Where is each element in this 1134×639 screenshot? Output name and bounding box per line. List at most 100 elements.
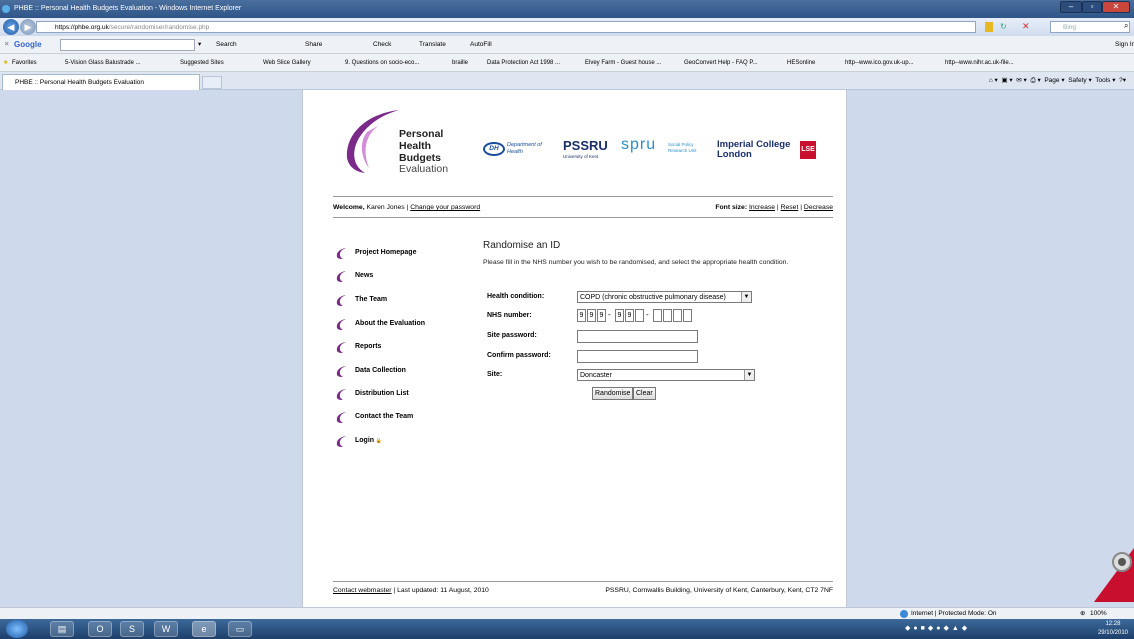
search-icon[interactable]: ⌕	[1124, 21, 1128, 31]
favorites-button[interactable]: Favorites	[12, 54, 37, 71]
nhs-digit-input[interactable]	[673, 309, 682, 322]
nhs-digit-input[interactable]	[653, 309, 662, 322]
back-icon[interactable]: ◀	[3, 19, 19, 35]
fav-link[interactable]: GeoConvert Help - FAQ P...	[684, 54, 758, 71]
fav-link[interactable]: braille	[452, 54, 468, 71]
nav-item[interactable]: Login 🔒	[333, 434, 382, 448]
logo-line: Personal	[399, 128, 444, 140]
change-password-link[interactable]: Change your password	[410, 204, 480, 211]
pssru-logo-sub: University of Kent	[563, 154, 599, 159]
refresh-icon[interactable]: ↻	[1000, 22, 1007, 31]
folder-icon[interactable]: ▭	[228, 621, 252, 637]
fav-link[interactable]: Suggested Sites	[180, 54, 224, 71]
nav-item[interactable]: News	[333, 269, 373, 283]
fav-link[interactable]: Web Slice Gallery	[263, 54, 311, 71]
ie-logo-icon	[2, 5, 10, 13]
new-tab-button[interactable]	[202, 76, 222, 89]
swoosh-icon	[336, 295, 346, 306]
font-increase-link[interactable]: Increase	[749, 204, 775, 211]
explorer-icon[interactable]: ▤	[50, 621, 74, 637]
print-icon[interactable]: ⎙ ▾	[1030, 77, 1040, 84]
site-password-input[interactable]	[577, 330, 698, 343]
autofill-button[interactable]: AutoFill	[470, 36, 492, 54]
translate-button[interactable]: Translate	[419, 36, 446, 54]
sign-in-link[interactable]: Sign In	[1115, 36, 1134, 54]
nhs-digit-input[interactable]	[635, 309, 644, 322]
forward-icon[interactable]: ▶	[20, 19, 36, 35]
contact-webmaster-link[interactable]: Contact webmaster	[333, 587, 392, 594]
swoosh-icon	[336, 271, 346, 282]
randomise-button[interactable]: Randomise	[592, 387, 634, 400]
safety-menu[interactable]: Safety	[1068, 77, 1086, 84]
tab-phbe[interactable]: PHBE :: Personal Health Budgets Evaluati…	[2, 74, 200, 90]
maximize-button[interactable]: ▫	[1082, 1, 1102, 13]
fav-link[interactable]: http--www.ico.gov.uk-up...	[845, 54, 914, 71]
home-icon[interactable]: ⌂ ▾	[989, 77, 998, 84]
nhs-digit-input[interactable]	[663, 309, 672, 322]
star-icon[interactable]: ★	[3, 54, 8, 71]
google-search-input[interactable]	[60, 39, 195, 51]
fav-link[interactable]: Elvey Farm - Guest house ...	[585, 54, 661, 71]
fav-link[interactable]: 5-Vision Glass Balustrade ...	[65, 54, 141, 71]
nav-item[interactable]: Contact the Team	[333, 410, 413, 424]
clear-button[interactable]: Clear	[633, 387, 656, 400]
nhs-separator: -	[608, 310, 611, 319]
nav-item[interactable]: Distribution List	[333, 387, 409, 401]
chevron-down-icon[interactable]: ▼	[741, 292, 751, 302]
nav-item[interactable]: The Team	[333, 293, 387, 307]
font-decrease-link[interactable]: Decrease	[804, 204, 833, 211]
font-reset-link[interactable]: Reset	[781, 204, 799, 211]
clock-time: 12:28	[1105, 621, 1121, 627]
fav-link[interactable]: Data Protection Act 1998 ...	[487, 54, 560, 71]
nhs-digit-input[interactable]: 9	[597, 309, 606, 322]
nhs-digit-input[interactable]: 9	[615, 309, 624, 322]
feeds-icon[interactable]: ▣ ▾	[1001, 77, 1012, 84]
bing-search-input[interactable]: Bing	[1050, 21, 1130, 33]
minimize-button[interactable]: –	[1060, 1, 1082, 13]
nav-item-label: Contact the Team	[355, 413, 414, 420]
page-menu[interactable]: Page	[1044, 77, 1059, 84]
check-button[interactable]: Check	[373, 36, 391, 54]
stop-icon[interactable]: ✕	[1022, 21, 1030, 32]
search-button[interactable]: Search	[216, 36, 237, 54]
tools-menu[interactable]: Tools	[1095, 77, 1110, 84]
skype-icon[interactable]: S	[120, 621, 144, 637]
nhs-number-label: NHS number:	[487, 312, 532, 319]
system-tray[interactable]: ◆●■◆●◆▲◆	[905, 624, 970, 632]
ie-icon[interactable]: e	[192, 621, 216, 637]
comodo-secure-badge[interactable]	[1094, 540, 1134, 602]
nav-item[interactable]: Data Collection	[333, 364, 406, 378]
mail-icon[interactable]: ✉ ▾	[1016, 77, 1027, 84]
fav-link[interactable]: HESonline	[787, 54, 815, 71]
nhs-digit-input[interactable]: 9	[625, 309, 634, 322]
favorites-bar: ★ Favorites 5-Vision Glass Balustrade ..…	[0, 54, 1134, 72]
site-select[interactable]: Doncaster ▼	[577, 369, 755, 381]
nav-item[interactable]: Project Homepage	[333, 246, 416, 260]
nhs-digit-input[interactable]: 9	[577, 309, 586, 322]
font-size-label: Font size:	[715, 204, 748, 211]
lock-icon[interactable]	[985, 22, 993, 32]
tab-title: PHBE :: Personal Health Budgets Evaluati…	[15, 79, 144, 86]
close-button[interactable]: ✕	[1102, 1, 1130, 13]
fav-link[interactable]: http--www.nihr.ac.uk-file...	[945, 54, 1014, 71]
nhs-digit-input[interactable]: 9	[587, 309, 596, 322]
fav-link[interactable]: 9. Questions on socio-eco...	[345, 54, 419, 71]
word-icon[interactable]: W	[154, 621, 178, 637]
url-field[interactable]: https://phbe.org.uk/secure/randomiser/ra…	[36, 21, 976, 33]
toolbar-close-icon[interactable]: ✕	[4, 36, 9, 54]
start-button[interactable]	[6, 620, 28, 638]
confirm-password-input[interactable]	[577, 350, 698, 363]
health-condition-select[interactable]: COPD (chronic obstructive pulmonary dise…	[577, 291, 752, 303]
chevron-down-icon[interactable]: ▼	[744, 370, 754, 380]
help-icon[interactable]: ?▾	[1119, 77, 1126, 84]
nav-item[interactable]: Reports	[333, 340, 381, 354]
nhs-digit-input[interactable]	[683, 309, 692, 322]
google-toolbar: ✕ Google ▾ Search Share Check Translate …	[0, 36, 1134, 54]
dropdown-arrow-icon[interactable]: ▾	[198, 36, 201, 54]
outlook-icon[interactable]: O	[88, 621, 112, 637]
system-clock[interactable]: 12:28 29/10/2010	[1098, 620, 1128, 638]
font-size-controls: Font size: Increase | Reset | Decrease	[715, 204, 833, 211]
nav-item[interactable]: About the Evaluation	[333, 317, 425, 331]
lock-icon: 🔒	[374, 438, 382, 444]
share-button[interactable]: Share	[305, 36, 322, 54]
